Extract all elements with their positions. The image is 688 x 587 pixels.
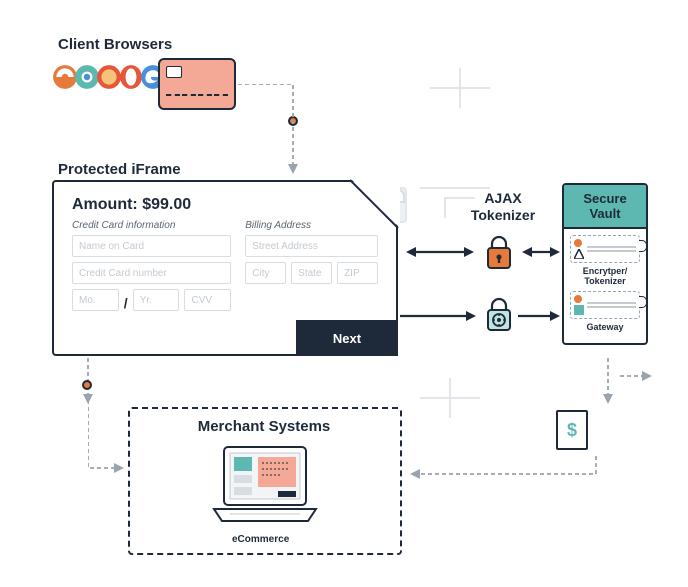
- browser-icons-group: [52, 64, 162, 90]
- card-number-input[interactable]: Credit Card number: [72, 262, 231, 284]
- vault-gateway-label: Gateway: [570, 323, 640, 333]
- arrow-vault-branch: [620, 366, 656, 386]
- arrow-iframe-tokenizer: [400, 244, 480, 260]
- dollar-stamp-icon: $: [556, 410, 588, 450]
- iframe-clipped-corner: [350, 178, 402, 230]
- node-dot-2: [82, 380, 92, 390]
- name-on-card-input[interactable]: Name on Card: [72, 235, 231, 257]
- street-input[interactable]: Street Address: [245, 235, 378, 257]
- secure-vault-title: Secure Vault: [564, 185, 646, 229]
- expiry-year-input[interactable]: Yr.: [133, 289, 180, 311]
- client-browsers-title: Client Browsers: [58, 36, 172, 53]
- arrow-next-to-lock: [400, 308, 480, 324]
- lock-icon-orange: [482, 234, 516, 272]
- arrow-tokenizer-vault-top: [518, 244, 564, 260]
- protected-iframe-title: Protected iFrame: [58, 161, 181, 178]
- dollar-symbol: $: [567, 420, 577, 441]
- merchant-systems-title: Merchant Systems: [184, 418, 344, 435]
- credit-card-icon: [158, 58, 236, 110]
- next-button[interactable]: Next: [296, 320, 398, 356]
- city-input[interactable]: City: [245, 262, 286, 284]
- expiry-month-input[interactable]: Mo.: [72, 289, 119, 311]
- vault-gateway-item: [570, 291, 640, 319]
- cc-section-label: Credit Card information: [72, 220, 231, 231]
- zip-input[interactable]: ZIP: [337, 262, 378, 284]
- protected-iframe-panel: Amount: $99.00 Credit Card information N…: [52, 180, 398, 356]
- amount-row: Amount: $99.00: [72, 196, 378, 214]
- arrow-lock-to-vault: [518, 308, 564, 324]
- state-input[interactable]: State: [291, 262, 332, 284]
- expiry-slash: /: [124, 295, 128, 311]
- ajax-tokenizer-title: AJAX Tokenizer: [461, 190, 545, 224]
- amount-label: Amount:: [72, 196, 138, 213]
- secure-vault-panel: Secure Vault Encrytper/ Tokenizer Gatewa…: [562, 183, 648, 345]
- arrow-stamp-to-merchant: [406, 456, 606, 496]
- arrow-card-to-iframe: [238, 84, 308, 184]
- arrow-to-merchant-panel: [88, 400, 128, 480]
- laptop-icon: [210, 443, 320, 529]
- vault-encrypter-item: [570, 235, 640, 263]
- arrow-vault-to-stamp: [598, 358, 618, 408]
- vault-encrypter-label: Encrytper/ Tokenizer: [570, 267, 640, 287]
- cvv-input[interactable]: CVV: [184, 289, 231, 311]
- lock-icon-teal: [482, 296, 516, 334]
- ecommerce-label: eCommerce: [232, 534, 289, 545]
- amount-value: $99.00: [142, 196, 191, 213]
